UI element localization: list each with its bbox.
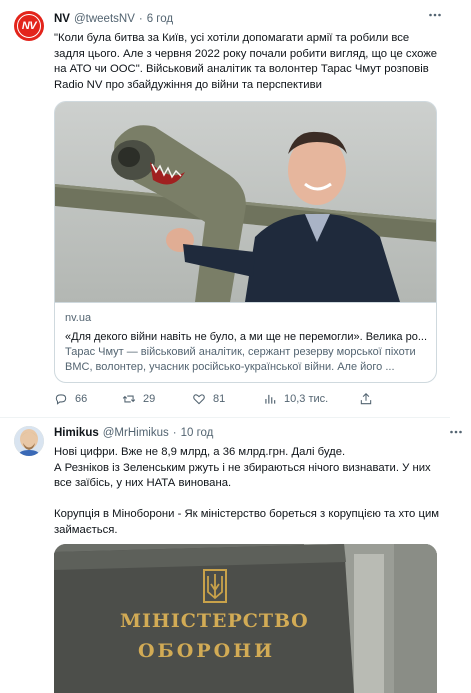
share-button[interactable] (359, 392, 373, 406)
like-count: 81 (213, 393, 226, 405)
tweet-time[interactable]: 10 год (181, 427, 214, 439)
retweet-button[interactable]: 29 (122, 392, 155, 406)
separator-dot: · (138, 13, 143, 25)
author-handle[interactable]: @tweetsNV (74, 13, 135, 25)
like-button[interactable]: 81 (192, 392, 225, 406)
avatar-himikus[interactable] (14, 426, 44, 456)
ministry-sign-line1: МІНІСТЕРСТВО (120, 610, 309, 632)
tweet-text: "Коли була битва за Київ, усі хотіли доп… (54, 32, 441, 91)
link-card[interactable]: nv.ua «Для декого війни навіть не було, … (54, 101, 437, 383)
more-icon[interactable] (428, 8, 442, 25)
tweet-time[interactable]: 6 год (147, 13, 173, 25)
card-image-drone-photo (55, 102, 436, 302)
tweet-header-2: Himikus @MrHimikus · 10 год (54, 427, 213, 439)
more-icon[interactable] (449, 425, 463, 442)
reply-button[interactable]: 66 (54, 392, 87, 406)
card-domain: nv.ua (65, 312, 92, 324)
views-icon (265, 394, 276, 404)
separator-dot: · (172, 427, 177, 439)
tweet-header: NV @tweetsNV · 6 год (54, 13, 173, 25)
author-handle[interactable]: @MrHimikus (103, 427, 169, 439)
card-description: Тарас Чмут — військовий аналітик, сержан… (65, 346, 416, 373)
card-title: «Для декого війни навіть не було, а ми щ… (65, 331, 428, 343)
like-icon (193, 394, 205, 405)
ministry-sign-line2: ОБОРОНИ (138, 640, 276, 662)
author-name[interactable]: Himikus (54, 427, 99, 439)
views-button[interactable]: 10,3 тис. (263, 392, 328, 406)
tweet-nv[interactable]: NV NV @tweetsNV · 6 год "Коли була битва… (0, 0, 450, 418)
retweet-count: 29 (143, 393, 156, 405)
share-icon (360, 393, 372, 405)
nv-logo-text: NV (17, 14, 41, 38)
tweet-text: Нові цифри. Вже не 8,9 млрд, а 36 млрд.г… (54, 446, 440, 536)
tweet-image-ministry-sign[interactable]: МІНІСТЕРСТВО ОБОРОНИ (54, 544, 437, 693)
author-name[interactable]: NV (54, 13, 70, 25)
tweet-actions: 66 29 81 10,3 тис. (54, 392, 384, 408)
retweet-icon (122, 395, 136, 403)
avatar-nv[interactable]: NV (14, 11, 44, 41)
reply-icon (55, 394, 67, 405)
views-count: 10,3 тис. (284, 393, 329, 405)
card-body: nv.ua «Для декого війни навіть не було, … (55, 302, 436, 382)
reply-count: 66 (75, 393, 88, 405)
